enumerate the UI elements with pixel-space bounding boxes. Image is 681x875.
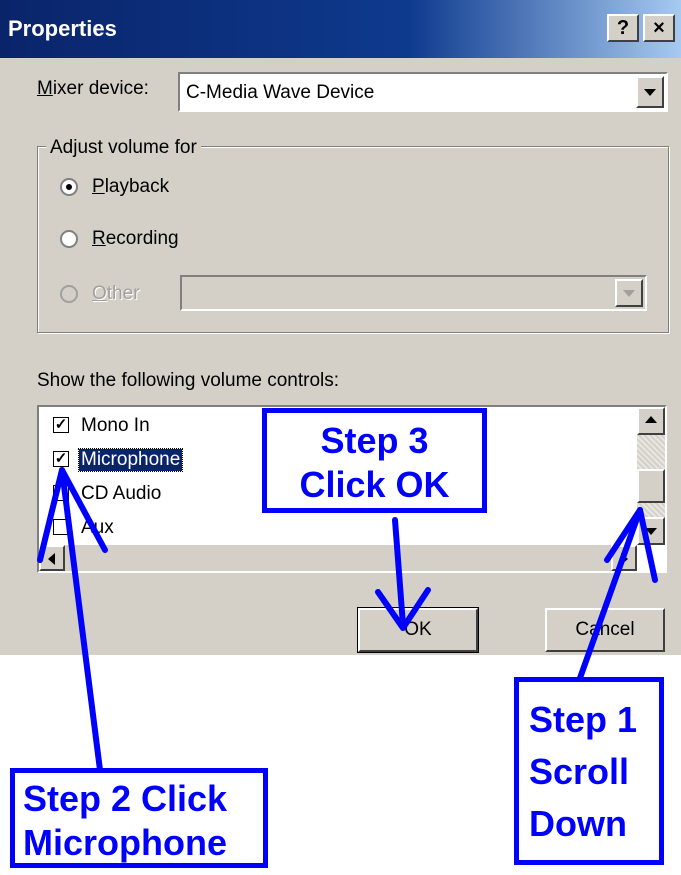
step1-callout: Step 1 Scroll Down bbox=[514, 677, 664, 865]
step2-line2: Microphone bbox=[23, 822, 227, 863]
step1-arrow-head bbox=[604, 507, 658, 583]
step2-callout: Step 2 Click Microphone bbox=[10, 768, 268, 868]
step2-line1: Step 2 Click bbox=[23, 778, 228, 819]
step3-line1: Step 3 bbox=[320, 420, 429, 461]
step1-line2: Scroll bbox=[529, 751, 630, 792]
step3-line2: Click OK bbox=[299, 464, 450, 505]
step1-arrow-shaft bbox=[577, 507, 643, 681]
step3-arrow-shaft bbox=[392, 517, 406, 628]
step3-callout: Step 3 Click OK bbox=[262, 408, 487, 513]
step2-arrow-shaft bbox=[59, 467, 103, 773]
step1-line3: Down bbox=[529, 803, 627, 844]
step1-line1: Step 1 bbox=[529, 699, 638, 740]
